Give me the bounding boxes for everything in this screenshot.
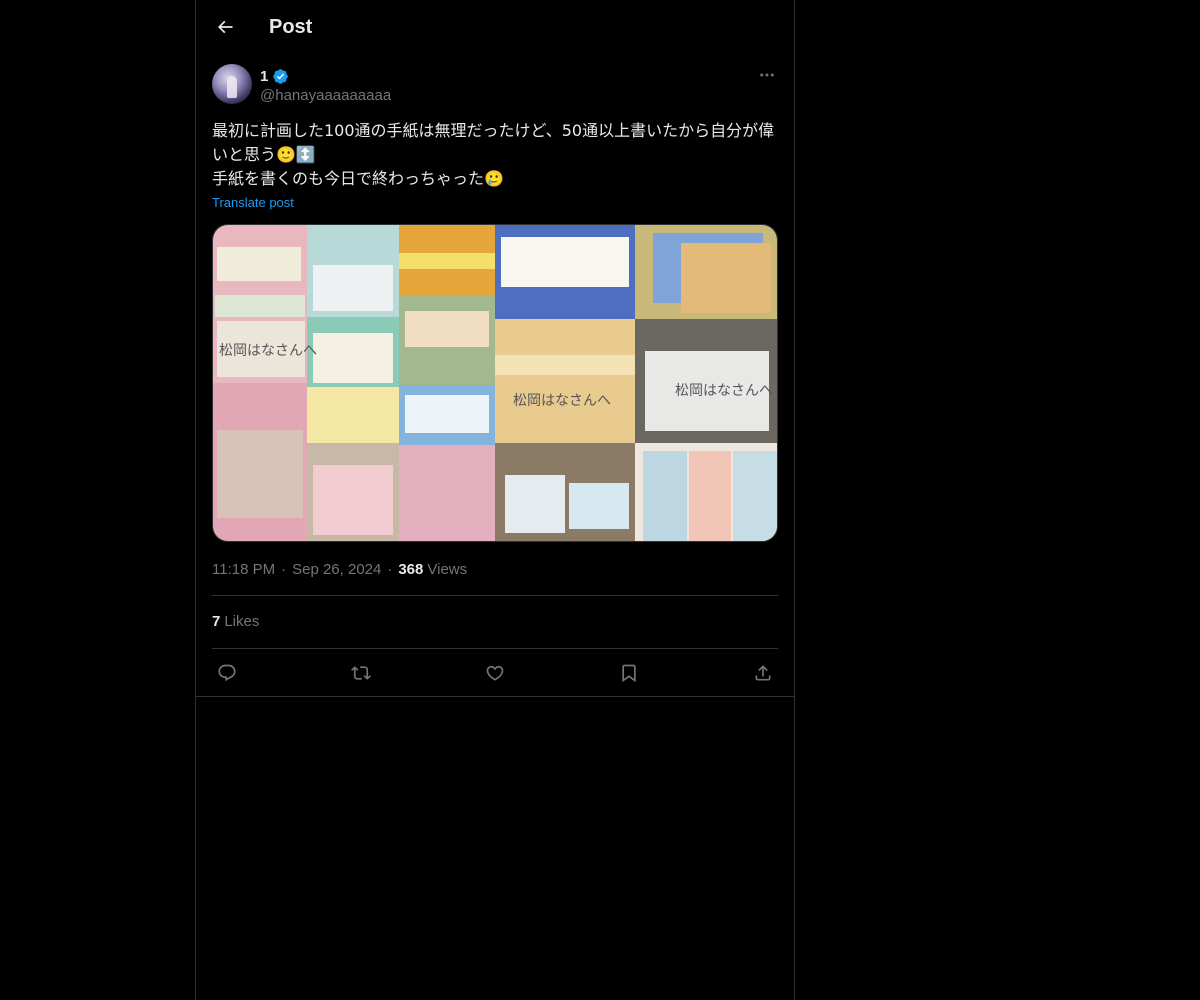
divider bbox=[212, 595, 778, 596]
translate-post-link[interactable]: Translate post bbox=[212, 194, 294, 212]
post-meta: 11:18 PM · Sep 26, 2024 · 368 Views bbox=[212, 560, 468, 580]
more-dots-icon bbox=[760, 73, 774, 77]
likes-row[interactable]: 7 Likes bbox=[212, 612, 259, 632]
letters-collage-image: 松岡はなさんへ 松岡はなさんへ 松岡はなさんへ bbox=[213, 225, 777, 541]
back-button[interactable] bbox=[208, 10, 242, 44]
svg-text:松岡はなさんへ: 松岡はなさんへ bbox=[675, 383, 773, 399]
post-time[interactable]: 11:18 PM bbox=[212, 560, 275, 580]
author-handle[interactable]: @hanayaaaaaaaaa bbox=[260, 86, 391, 106]
author-name-row: 1 bbox=[260, 66, 289, 86]
post-column: Post 1 @hanayaaaaaaaaa 最初に計画した100通の手紙は無理… bbox=[195, 0, 795, 1000]
likes-count: 7 bbox=[212, 613, 221, 630]
verified-badge-icon[interactable] bbox=[272, 68, 289, 85]
heart-icon bbox=[486, 665, 504, 681]
like-button[interactable] bbox=[480, 658, 510, 688]
svg-text:松岡はなさんへ: 松岡はなさんへ bbox=[513, 393, 611, 409]
post-date[interactable]: Sep 26, 2024 bbox=[292, 560, 381, 580]
reply-button[interactable] bbox=[212, 658, 242, 688]
divider bbox=[212, 648, 778, 649]
header: Post bbox=[196, 0, 794, 53]
views-count: 368 bbox=[398, 561, 424, 578]
bookmark-icon bbox=[622, 664, 636, 683]
likes-label: Likes bbox=[224, 613, 260, 630]
views-label: Views bbox=[427, 561, 468, 578]
page-title: Post bbox=[269, 16, 313, 38]
arrow-left-icon bbox=[217, 20, 233, 34]
action-bar bbox=[212, 658, 778, 688]
post-text: 最初に計画した100通の手紙は無理だったけど、50通以上書いたから自分が偉いと思… bbox=[212, 121, 775, 188]
more-options-button[interactable] bbox=[756, 64, 778, 86]
post-image[interactable]: 松岡はなさんへ 松岡はなさんへ 松岡はなさんへ bbox=[212, 224, 778, 542]
reply-icon bbox=[218, 664, 236, 682]
share-icon bbox=[755, 665, 771, 681]
display-name[interactable]: 1 bbox=[260, 68, 268, 85]
handwriting-text: 松岡はなさんへ bbox=[219, 343, 317, 359]
divider bbox=[196, 696, 794, 697]
repost-icon bbox=[351, 666, 371, 680]
share-button[interactable] bbox=[748, 658, 778, 688]
avatar[interactable] bbox=[212, 64, 252, 104]
bookmark-button[interactable] bbox=[614, 658, 644, 688]
repost-button[interactable] bbox=[346, 658, 376, 688]
